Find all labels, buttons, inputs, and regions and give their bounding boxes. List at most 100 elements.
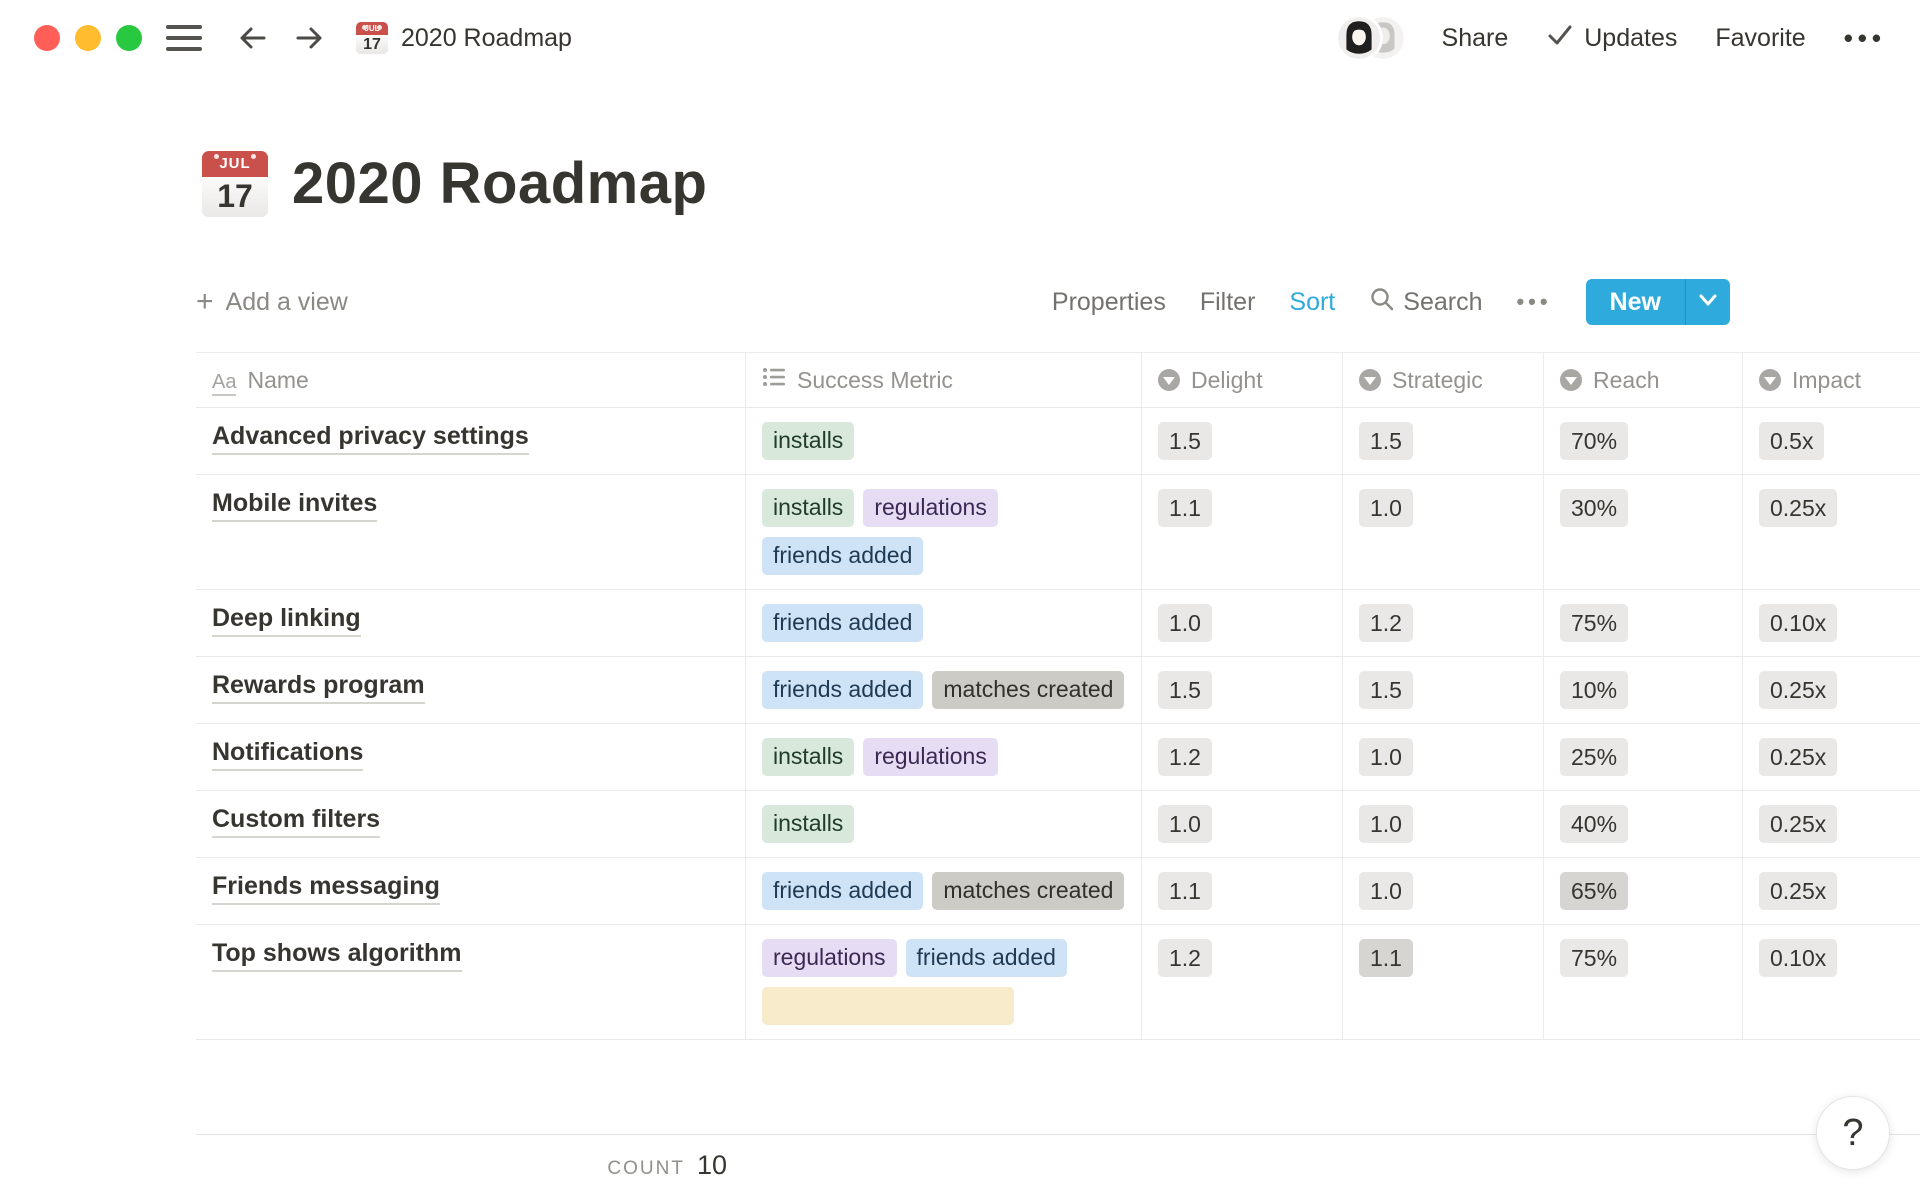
reach-cell[interactable]: 65% [1543,858,1742,924]
reach-cell[interactable]: 70% [1543,408,1742,474]
metric-badge[interactable]: 1.5 [1158,422,1212,460]
delight-cell[interactable]: 1.0 [1141,791,1342,857]
success-metric-cell[interactable]: installs [745,408,1141,474]
reach-cell[interactable]: 75% [1543,590,1742,656]
delight-cell[interactable]: 1.2 [1141,724,1342,790]
success-metric-cell[interactable]: friends added [745,590,1141,656]
name-cell[interactable]: Rewards program [196,657,745,723]
metric-badge[interactable]: 0.10x [1759,604,1837,642]
strategic-cell[interactable]: 1.0 [1342,724,1543,790]
name-cell[interactable]: Top shows algorithm [196,925,745,1039]
column-header-strategic[interactable]: Strategic [1342,353,1543,407]
strategic-cell[interactable]: 1.5 [1342,408,1543,474]
metric-badge[interactable]: 30% [1560,489,1628,527]
success-metric-cell[interactable]: regulationsfriends added [745,925,1141,1039]
name-cell[interactable]: Deep linking [196,590,745,656]
impact-cell[interactable]: 0.10x [1742,590,1920,656]
metric-badge[interactable]: 1.1 [1158,489,1212,527]
name-cell[interactable]: Mobile invites [196,475,745,589]
success-metric-cell[interactable]: friends addedmatches created [745,657,1141,723]
reach-cell[interactable]: 30% [1543,475,1742,589]
metric-badge[interactable]: 1.5 [1158,671,1212,709]
delight-cell[interactable]: 1.1 [1141,475,1342,589]
delight-cell[interactable]: 1.0 [1141,590,1342,656]
strategic-cell[interactable]: 1.0 [1342,475,1543,589]
tag[interactable]: installs [762,422,854,460]
filter-button[interactable]: Filter [1200,288,1256,317]
forward-icon[interactable] [290,22,328,54]
name-cell[interactable]: Custom filters [196,791,745,857]
reach-cell[interactable]: 10% [1543,657,1742,723]
delight-cell[interactable]: 1.2 [1141,925,1342,1039]
page-emoji-calendar-icon[interactable]: JUL 17 [202,151,268,217]
impact-cell[interactable]: 0.25x [1742,475,1920,589]
tag[interactable] [762,987,1014,1025]
new-button-label[interactable]: New [1586,279,1685,325]
metric-badge[interactable]: 1.0 [1158,604,1212,642]
metric-badge[interactable]: 0.25x [1759,872,1837,910]
metric-badge[interactable]: 1.0 [1359,489,1413,527]
zoom-window-button[interactable] [116,25,142,51]
search-button[interactable]: Search [1369,286,1482,319]
strategic-cell[interactable]: 1.2 [1342,590,1543,656]
metric-badge[interactable]: 1.0 [1359,805,1413,843]
sidebar-menu-icon[interactable] [166,25,202,51]
strategic-cell[interactable]: 1.5 [1342,657,1543,723]
name-cell[interactable]: Advanced privacy settings [196,408,745,474]
metric-badge[interactable]: 70% [1560,422,1628,460]
impact-cell[interactable]: 0.5x [1742,408,1920,474]
strategic-cell[interactable]: 1.0 [1342,858,1543,924]
strategic-cell[interactable]: 1.1 [1342,925,1543,1039]
name-cell[interactable]: Friends messaging [196,858,745,924]
tag[interactable]: regulations [863,489,998,527]
metric-badge[interactable]: 1.2 [1158,738,1212,776]
metric-badge[interactable]: 0.25x [1759,671,1837,709]
metric-badge[interactable]: 65% [1560,872,1628,910]
row-title-link[interactable]: Deep linking [212,604,361,637]
favorite-button[interactable]: Favorite [1715,24,1805,53]
name-cell[interactable]: Notifications [196,724,745,790]
back-icon[interactable] [234,22,272,54]
help-button[interactable]: ? [1816,1096,1890,1170]
tag[interactable]: friends added [762,872,923,910]
tag[interactable]: installs [762,738,854,776]
tag[interactable]: friends added [762,604,923,642]
share-button[interactable]: Share [1442,24,1509,53]
breadcrumb[interactable]: JUL 17 2020 Roadmap [356,22,572,54]
metric-badge[interactable]: 1.1 [1359,939,1413,977]
metric-badge[interactable]: 1.0 [1359,738,1413,776]
new-button-dropdown[interactable] [1685,279,1730,325]
add-view-button[interactable]: + Add a view [196,287,348,317]
column-header-impact[interactable]: Impact [1742,353,1920,407]
column-header-name[interactable]: AaName [196,353,745,407]
reach-cell[interactable]: 75% [1543,925,1742,1039]
metric-badge[interactable]: 1.5 [1359,671,1413,709]
metric-badge[interactable]: 1.0 [1158,805,1212,843]
metric-badge[interactable]: 40% [1560,805,1628,843]
delight-cell[interactable]: 1.1 [1141,858,1342,924]
metric-badge[interactable]: 0.25x [1759,489,1837,527]
sort-button[interactable]: Sort [1289,288,1335,317]
impact-cell[interactable]: 0.10x [1742,925,1920,1039]
metric-badge[interactable]: 25% [1560,738,1628,776]
tag[interactable]: matches created [932,671,1124,709]
collaborator-avatars[interactable] [1338,17,1404,59]
success-metric-cell[interactable]: installs [745,791,1141,857]
metric-badge[interactable]: 75% [1560,939,1628,977]
row-title-link[interactable]: Advanced privacy settings [212,422,529,455]
delight-cell[interactable]: 1.5 [1141,657,1342,723]
metric-badge[interactable]: 1.2 [1359,604,1413,642]
row-title-link[interactable]: Mobile invites [212,489,377,522]
row-title-link[interactable]: Rewards program [212,671,425,704]
minimize-window-button[interactable] [75,25,101,51]
delight-cell[interactable]: 1.5 [1141,408,1342,474]
success-metric-cell[interactable]: installsregulations [745,724,1141,790]
row-title-link[interactable]: Notifications [212,738,363,771]
metric-badge[interactable]: 0.25x [1759,738,1837,776]
view-more-options-icon[interactable]: ••• [1516,289,1551,315]
updates-button[interactable]: Updates [1546,23,1677,54]
column-header-success-metric[interactable]: Success Metric [745,353,1141,407]
metric-badge[interactable]: 0.5x [1759,422,1824,460]
tag[interactable]: friends added [762,537,923,575]
metric-badge[interactable]: 1.2 [1158,939,1212,977]
